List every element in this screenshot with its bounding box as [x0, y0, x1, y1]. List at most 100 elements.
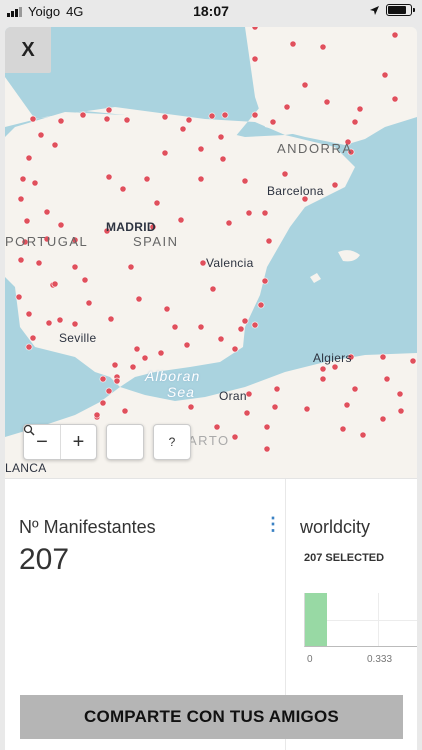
city-marker[interactable] — [269, 118, 277, 126]
zoom-in-button[interactable]: + — [60, 425, 96, 459]
city-marker[interactable] — [245, 209, 253, 217]
city-marker[interactable] — [241, 317, 249, 325]
city-marker[interactable] — [409, 357, 417, 365]
city-marker[interactable] — [343, 401, 351, 409]
city-marker[interactable] — [397, 407, 405, 415]
histogram[interactable] — [304, 593, 417, 647]
city-marker[interactable] — [105, 173, 113, 181]
city-marker[interactable] — [31, 179, 39, 187]
city-marker[interactable] — [273, 385, 281, 393]
city-marker[interactable] — [265, 237, 273, 245]
city-marker[interactable] — [213, 423, 221, 431]
city-marker[interactable] — [231, 345, 239, 353]
city-marker[interactable] — [99, 399, 107, 407]
city-marker[interactable] — [141, 354, 149, 362]
search-icon[interactable] — [23, 424, 143, 459]
city-marker[interactable] — [161, 149, 169, 157]
city-marker[interactable] — [29, 115, 37, 123]
city-marker[interactable] — [396, 390, 404, 398]
city-marker[interactable] — [379, 353, 387, 361]
city-marker[interactable] — [183, 341, 191, 349]
map-view[interactable]: X ANDORRA Barcelona MADRID SPAIN PORTUGA… — [5, 27, 417, 478]
city-marker[interactable] — [71, 320, 79, 328]
city-marker[interactable] — [383, 375, 391, 383]
city-marker[interactable] — [171, 323, 179, 331]
city-marker[interactable] — [281, 170, 289, 178]
city-marker[interactable] — [17, 195, 25, 203]
city-marker[interactable] — [113, 377, 121, 385]
help-button[interactable]: ? — [154, 425, 190, 459]
city-marker[interactable] — [121, 407, 129, 415]
city-marker[interactable] — [17, 256, 25, 264]
city-marker[interactable] — [71, 263, 79, 271]
city-marker[interactable] — [208, 112, 216, 120]
city-marker[interactable] — [231, 433, 239, 441]
city-marker[interactable] — [51, 141, 59, 149]
city-marker[interactable] — [241, 177, 249, 185]
city-marker[interactable] — [319, 365, 327, 373]
city-marker[interactable] — [219, 155, 227, 163]
city-marker[interactable] — [129, 363, 137, 371]
city-marker[interactable] — [43, 208, 51, 216]
city-marker[interactable] — [135, 295, 143, 303]
city-marker[interactable] — [217, 133, 225, 141]
city-marker[interactable] — [57, 117, 65, 125]
city-marker[interactable] — [261, 209, 269, 217]
city-marker[interactable] — [111, 361, 119, 369]
city-marker[interactable] — [391, 31, 399, 39]
city-marker[interactable] — [57, 221, 65, 229]
city-marker[interactable] — [197, 323, 205, 331]
city-marker[interactable] — [79, 111, 87, 119]
city-marker[interactable] — [107, 315, 115, 323]
city-marker[interactable] — [153, 199, 161, 207]
kebab-menu-icon[interactable]: ⋮ — [264, 515, 282, 533]
city-marker[interactable] — [119, 185, 127, 193]
city-marker[interactable] — [261, 277, 269, 285]
city-marker[interactable] — [221, 111, 229, 119]
city-marker[interactable] — [45, 319, 53, 327]
city-marker[interactable] — [127, 263, 135, 271]
city-marker[interactable] — [319, 375, 327, 383]
city-marker[interactable] — [359, 431, 367, 439]
city-marker[interactable] — [19, 175, 27, 183]
city-marker[interactable] — [103, 115, 111, 123]
city-marker[interactable] — [209, 285, 217, 293]
city-marker[interactable] — [379, 415, 387, 423]
city-marker[interactable] — [29, 334, 37, 342]
city-marker[interactable] — [51, 280, 59, 288]
histogram-bar[interactable] — [305, 593, 327, 646]
close-button[interactable]: X — [5, 27, 51, 73]
city-marker[interactable] — [179, 125, 187, 133]
city-marker[interactable] — [243, 409, 251, 417]
city-marker[interactable] — [23, 217, 31, 225]
city-marker[interactable] — [391, 95, 399, 103]
city-marker[interactable] — [15, 293, 23, 301]
city-marker[interactable] — [185, 116, 193, 124]
city-marker[interactable] — [163, 305, 171, 313]
city-marker[interactable] — [157, 349, 165, 357]
city-marker[interactable] — [263, 445, 271, 453]
city-marker[interactable] — [123, 116, 131, 124]
city-marker[interactable] — [237, 325, 245, 333]
city-marker[interactable] — [351, 385, 359, 393]
city-marker[interactable] — [25, 310, 33, 318]
city-marker[interactable] — [381, 71, 389, 79]
city-marker[interactable] — [251, 111, 259, 119]
city-marker[interactable] — [177, 216, 185, 224]
city-marker[interactable] — [339, 425, 347, 433]
city-marker[interactable] — [25, 154, 33, 162]
city-marker[interactable] — [257, 301, 265, 309]
city-marker[interactable] — [93, 411, 101, 419]
city-marker[interactable] — [105, 106, 113, 114]
share-button[interactable]: COMPARTE CON TUS AMIGOS — [20, 695, 403, 739]
city-marker[interactable] — [351, 118, 359, 126]
city-marker[interactable] — [25, 343, 33, 351]
city-marker[interactable] — [356, 105, 364, 113]
city-marker[interactable] — [35, 259, 43, 267]
city-marker[interactable] — [251, 55, 259, 63]
city-marker[interactable] — [283, 103, 291, 111]
city-marker[interactable] — [37, 131, 45, 139]
city-marker[interactable] — [56, 316, 64, 324]
city-marker[interactable] — [99, 375, 107, 383]
city-marker[interactable] — [319, 43, 327, 51]
